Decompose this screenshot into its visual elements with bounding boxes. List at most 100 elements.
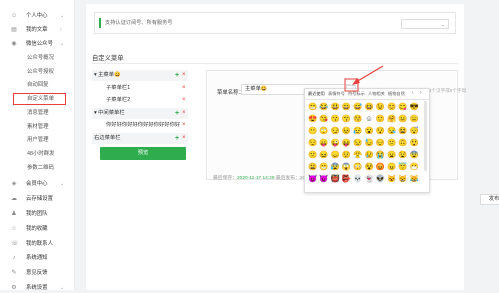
- sidebar-item[interactable]: ⚙ 系统设置 ⌄: [0, 283, 74, 293]
- sidebar-item[interactable]: ☁ 云存储设置: [0, 194, 74, 204]
- emoji-item[interactable]: 😭: [376, 150, 385, 159]
- emoji-item[interactable]: 😈: [308, 174, 317, 183]
- emoji-item[interactable]: 😃: [331, 102, 340, 111]
- emoji-item[interactable]: 😤: [353, 150, 362, 159]
- emoji-item[interactable]: 😸: [398, 174, 407, 183]
- sidebar-subitem[interactable]: 自动回复: [0, 80, 74, 90]
- delete-icon[interactable]: ×: [182, 108, 186, 119]
- emoji-item[interactable]: 😎: [410, 102, 419, 111]
- menu-node-secondary[interactable]: 子菜单栏2 ×: [92, 95, 188, 106]
- emoji-item[interactable]: 😘: [319, 114, 328, 123]
- sidebar-item[interactable]: ◉ 微信公众号 ⌄: [0, 39, 74, 49]
- add-submenu-icon[interactable]: +: [175, 133, 179, 144]
- emoji-item[interactable]: 😣: [342, 126, 351, 135]
- emoji-item[interactable]: 👻: [365, 174, 374, 183]
- delete-icon[interactable]: ×: [182, 83, 186, 94]
- emoji-item[interactable]: 😯: [376, 126, 385, 135]
- emoji-item[interactable]: 😺: [387, 174, 396, 183]
- emoji-item[interactable]: 😇: [398, 162, 407, 171]
- emoji-item[interactable]: 😬: [319, 162, 328, 171]
- menu-node-primary[interactable]: 右边菜单栏 + ×: [92, 132, 188, 144]
- sidebar-subitem[interactable]: 用户管理: [0, 135, 74, 145]
- emoji-item[interactable]: 😥: [353, 126, 362, 135]
- emoji-item[interactable]: 😚: [353, 114, 362, 123]
- sidebar-item[interactable]: ◈ 会员中心 ⌄: [0, 179, 74, 189]
- sidebar-item[interactable]: ▤ 我的文章 ›: [0, 25, 74, 35]
- emoji-item[interactable]: 😩: [308, 162, 317, 171]
- emoji-item[interactable]: 😵: [365, 162, 374, 171]
- sidebar-subitem[interactable]: 消息管理: [0, 108, 74, 118]
- emoji-item[interactable]: 😏: [331, 126, 340, 135]
- sidebar-item[interactable]: ☺ 个人中心 ⌄: [0, 11, 74, 21]
- emoji-item[interactable]: 🙄: [319, 126, 328, 135]
- sidebar-item[interactable]: ☆ 我的收藏: [0, 224, 74, 234]
- emoji-item[interactable]: 😖: [319, 150, 328, 159]
- emoji-item[interactable]: 😶: [308, 126, 317, 135]
- emoji-item[interactable]: 😡: [376, 162, 385, 171]
- menu-node-primary[interactable]: ▾ 主菜单😀 + ×: [92, 70, 188, 81]
- delete-icon[interactable]: ×: [182, 70, 186, 81]
- emoji-item[interactable]: 😊: [387, 102, 396, 111]
- emoji-item[interactable]: ☺: [365, 114, 374, 123]
- emoji-item[interactable]: 😄: [342, 102, 351, 111]
- emoji-item[interactable]: 😟: [342, 150, 351, 159]
- emoji-item[interactable]: 😂: [319, 102, 328, 111]
- add-submenu-icon[interactable]: +: [175, 108, 179, 119]
- menu-node-primary[interactable]: ▾ 中间菜单栏 + ×: [92, 107, 188, 119]
- sidebar-subitem[interactable]: 自定义菜单: [13, 93, 66, 106]
- emoji-item[interactable]: 🙂: [376, 114, 385, 123]
- emoji-item[interactable]: 🙁: [308, 150, 317, 159]
- emoji-item[interactable]: 💀: [353, 174, 362, 183]
- sidebar-subitem[interactable]: 48小时群发: [0, 149, 74, 159]
- emoji-item[interactable]: 😙: [342, 114, 351, 123]
- emoji-item[interactable]: 😱: [342, 162, 351, 171]
- emoji-item[interactable]: 😴: [410, 126, 419, 135]
- emoji-item[interactable]: 😢: [365, 150, 374, 159]
- next-icon[interactable]: ›: [420, 90, 422, 96]
- sidebar-subitem[interactable]: 公众号概况: [0, 53, 74, 63]
- emoji-item[interactable]: 😞: [331, 150, 340, 159]
- emoji-tab[interactable]: 植物自然: [388, 91, 405, 97]
- emoji-item[interactable]: 😠: [387, 162, 396, 171]
- emoji-item[interactable]: 😗: [331, 114, 340, 123]
- emoji-item[interactable]: 😌: [308, 138, 317, 147]
- emoji-item[interactable]: 😐: [398, 114, 407, 123]
- delete-icon[interactable]: ×: [182, 133, 186, 144]
- sidebar-item[interactable]: ☏ 我的联系人: [0, 239, 74, 249]
- prev-icon[interactable]: ‹: [412, 90, 414, 96]
- emoji-item[interactable]: 👹: [331, 174, 340, 183]
- emoji-item[interactable]: 😰: [331, 162, 340, 171]
- emoji-item[interactable]: 😲: [410, 138, 419, 147]
- delete-icon[interactable]: ×: [182, 95, 186, 106]
- sidebar-subitem[interactable]: 公众号授权: [0, 67, 74, 77]
- sidebar-item[interactable]: ♪ 系统通知: [0, 253, 74, 263]
- emoji-item[interactable]: 😧: [398, 150, 407, 159]
- emoji-item[interactable]: 😒: [353, 138, 362, 147]
- emoji-item[interactable]: 😕: [387, 138, 396, 147]
- emoji-item[interactable]: 😨: [410, 150, 419, 159]
- emoji-tab[interactable]: 最近使用: [308, 91, 325, 97]
- emoji-item[interactable]: 👿: [319, 174, 328, 183]
- sidebar-item[interactable]: ♟ 我的团队: [0, 209, 74, 219]
- emoji-item[interactable]: 😛: [319, 138, 328, 147]
- emoji-item[interactable]: 😅: [353, 102, 362, 111]
- emoji-item[interactable]: 😫: [398, 126, 407, 135]
- emoji-item[interactable]: 😆: [365, 102, 374, 111]
- emoji-item[interactable]: 👺: [342, 174, 351, 183]
- sidebar-subitem[interactable]: 素材管理: [0, 122, 74, 132]
- emoji-item[interactable]: 😔: [376, 138, 385, 147]
- emoji-item[interactable]: 😑: [410, 114, 419, 123]
- emoji-item[interactable]: 😮: [365, 126, 374, 135]
- menu-node-secondary[interactable]: 子菜单栏1 ×: [92, 83, 188, 94]
- emoji-tab[interactable]: 符号标示: [348, 91, 365, 97]
- emoji-item[interactable]: 😳: [353, 162, 362, 171]
- publish-button[interactable]: 发布: [480, 194, 499, 205]
- sidebar-item[interactable]: ✎ 意见反馈: [0, 268, 74, 278]
- emoji-item[interactable]: 😍: [308, 114, 317, 123]
- emoji-item[interactable]: 😋: [398, 102, 407, 111]
- emoji-item[interactable]: 👽: [376, 174, 385, 183]
- emoji-item[interactable]: 😹: [410, 174, 419, 183]
- emoji-item[interactable]: 😉: [376, 102, 385, 111]
- add-submenu-icon[interactable]: +: [175, 70, 179, 81]
- account-select[interactable]: ⌄: [401, 19, 449, 29]
